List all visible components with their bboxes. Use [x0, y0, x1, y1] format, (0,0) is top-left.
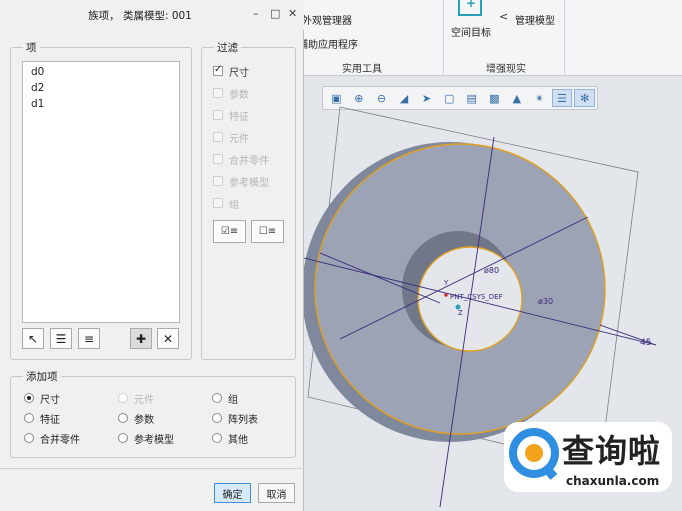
space-target-button[interactable]: 空间目标: [451, 24, 491, 39]
watermark-url: chaxunla.com: [566, 474, 660, 488]
checkbox-box: [213, 88, 223, 98]
ok-button[interactable]: 确定: [214, 483, 251, 503]
dimension-45-label: 45: [640, 338, 651, 348]
watermark-logo-icon: [509, 428, 559, 480]
checkbox-label: 参考模型: [229, 177, 269, 189]
ribbon-divider: [443, 0, 444, 76]
radio-label: 尺寸: [40, 394, 60, 406]
add-parameter-radio[interactable]: 参数: [118, 411, 154, 426]
checkbox-box: [213, 110, 223, 120]
radio-circle: [212, 393, 222, 403]
radio-circle: [118, 413, 128, 423]
uncheck-list-icon: ☐≡: [258, 226, 277, 237]
checkbox-label: 组: [229, 199, 239, 211]
csys-marker: [455, 304, 461, 310]
radio-label: 组: [228, 394, 238, 406]
ribbon-divider: [564, 0, 565, 76]
list-item[interactable]: d2: [31, 82, 44, 94]
radio-circle: [24, 413, 34, 423]
radio-circle: [24, 433, 34, 443]
maximize-icon[interactable]: □: [270, 7, 280, 20]
space-target-icon: [458, 0, 482, 16]
filter-group-checkbox[interactable]: 组: [213, 196, 239, 211]
checkbox-box: [213, 64, 223, 76]
filter-component-checkbox[interactable]: 元件: [213, 130, 249, 145]
check-all-filters-button[interactable]: ☑≡: [213, 220, 246, 243]
items-list[interactable]: d0 d2 d1: [22, 61, 180, 323]
checkbox-label: 合并零件: [229, 155, 269, 167]
add-merged-part-radio[interactable]: 合并零件: [24, 431, 80, 446]
y-axis-label: Y: [443, 279, 449, 287]
radio-circle: [212, 413, 222, 423]
filter-feature-checkbox[interactable]: 特征: [213, 108, 249, 123]
list-item[interactable]: d1: [31, 98, 44, 110]
ribbon-group-utilities: 实用工具: [342, 64, 382, 75]
list-filled-icon: ☰: [55, 331, 67, 346]
filter-merged-part-checkbox[interactable]: 合并零件: [213, 152, 269, 167]
radio-circle: [118, 433, 128, 443]
add-dimension-radio[interactable]: 尺寸: [24, 391, 60, 406]
filter-parameter-checkbox[interactable]: 参数: [213, 86, 249, 101]
add-component-radio[interactable]: 元件: [118, 391, 154, 406]
csys-label: PNT_CSYS_DEF: [450, 293, 503, 301]
remove-item-button[interactable]: ✕: [157, 328, 179, 349]
share-icon: <: [499, 10, 509, 23]
checkbox-box: [213, 198, 223, 208]
checkbox-label: 尺寸: [229, 67, 249, 79]
dialog-title: 族项， 类属模型: 001: [88, 10, 192, 22]
manage-model-button[interactable]: 管理模型: [515, 12, 555, 27]
ribbon-group-ar: 增强现实: [486, 64, 526, 75]
radio-circle: [212, 433, 222, 443]
dimension-80-label: ø80: [484, 266, 499, 275]
radio-label: 参数: [134, 414, 154, 426]
add-other-radio[interactable]: 其他: [212, 431, 248, 446]
checkbox-label: 特征: [229, 111, 249, 123]
filter-dimension-checkbox[interactable]: 尺寸: [213, 64, 249, 79]
pointer-icon: ↖: [27, 331, 39, 346]
add-reference-model-radio[interactable]: 参考模型: [118, 431, 174, 446]
close-icon[interactable]: ✕: [288, 7, 297, 20]
list-outline-icon: ≡: [83, 331, 95, 346]
uncheck-all-filters-button[interactable]: ☐≡: [251, 220, 284, 243]
radio-label: 特征: [40, 414, 60, 426]
checkbox-box: [213, 154, 223, 164]
watermark-brand: 查询啦: [562, 432, 662, 470]
footer-divider: [0, 468, 304, 469]
radio-label: 阵列表: [228, 414, 258, 426]
select-all-button[interactable]: ☰: [50, 328, 72, 349]
checkbox-label: 元件: [229, 133, 249, 145]
appearance-manager-button[interactable]: 外观管理器: [302, 12, 352, 27]
radio-label: 元件: [134, 394, 154, 406]
items-group-label: 项: [23, 40, 40, 55]
dimension-30-label: ø30: [538, 297, 553, 306]
deselect-all-button[interactable]: ≡: [78, 328, 100, 349]
csys-origin: [444, 293, 448, 297]
filter-group-label: 过滤: [214, 40, 241, 55]
checkbox-box: [213, 132, 223, 142]
radio-label: 合并零件: [40, 434, 80, 446]
add-items-group-label: 添加项: [23, 369, 61, 384]
checkbox-box: [213, 176, 223, 186]
family-items-dialog: 族项， 类属模型: 001 – □ ✕ 项 d0 d2 d1 ↖ ☰ ≡ ✚ ✕…: [0, 0, 304, 511]
list-item[interactable]: d0: [31, 66, 44, 78]
add-item-button[interactable]: ✚: [130, 328, 152, 349]
radio-circle: [24, 393, 34, 403]
add-feature-radio[interactable]: 特征: [24, 411, 60, 426]
filter-reference-model-checkbox[interactable]: 参考模型: [213, 174, 269, 189]
select-pointer-button[interactable]: ↖: [22, 328, 44, 349]
radio-circle: [118, 393, 128, 403]
radio-label: 参考模型: [134, 434, 174, 446]
plus-icon: ✚: [135, 331, 147, 346]
add-pattern-table-radio[interactable]: 阵列表: [212, 411, 258, 426]
add-group-radio[interactable]: 组: [212, 391, 238, 406]
dialog-titlebar: 族项， 类属模型: 001 – □ ✕: [0, 0, 304, 30]
radio-label: 其他: [228, 434, 248, 446]
remove-icon: ✕: [162, 331, 174, 346]
z-axis-label: Z: [458, 309, 463, 317]
cancel-button[interactable]: 取消: [258, 483, 295, 503]
check-list-icon: ☑≡: [220, 226, 239, 237]
auxiliary-apps-button[interactable]: 辅助应用程序: [298, 36, 358, 51]
collapse-icon[interactable]: –: [253, 7, 259, 20]
checkbox-label: 参数: [229, 89, 249, 101]
